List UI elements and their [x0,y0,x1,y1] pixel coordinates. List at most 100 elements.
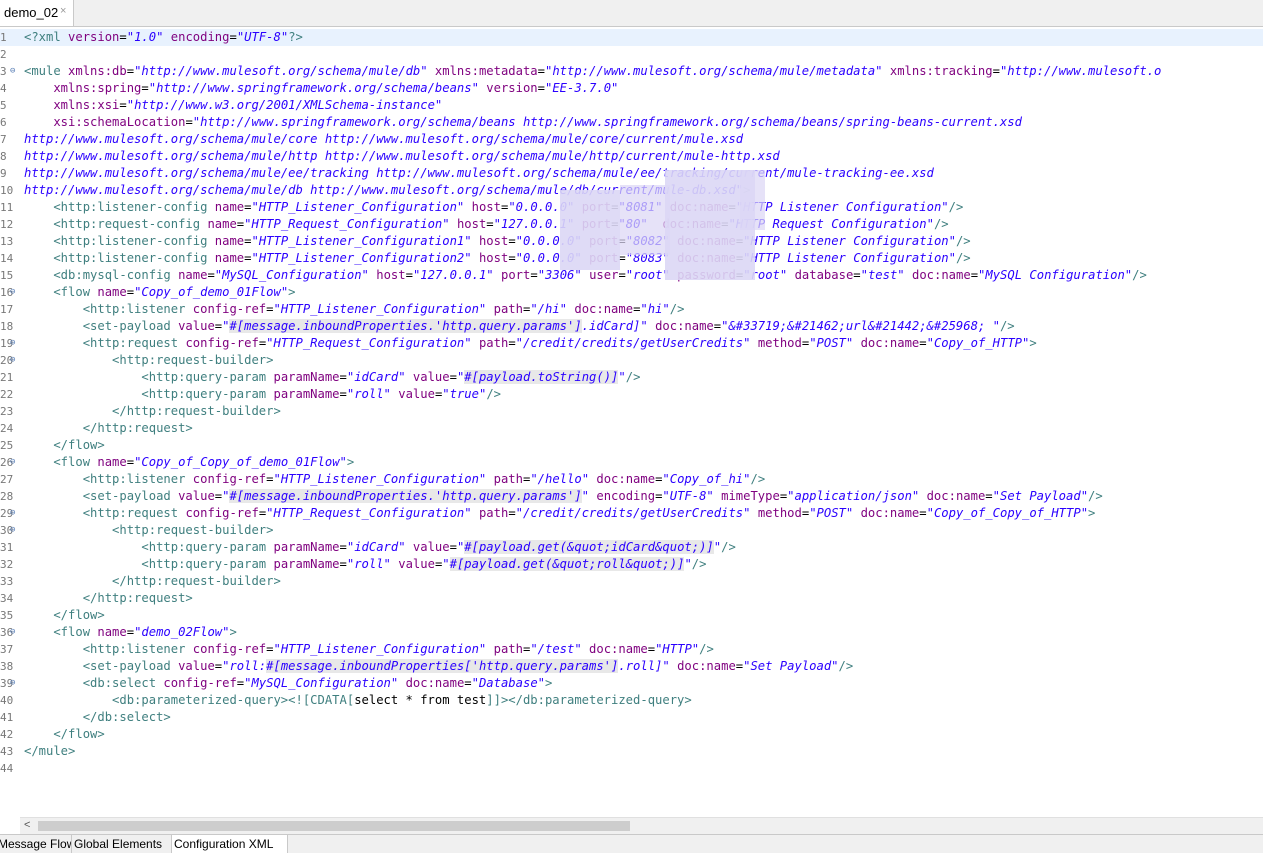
code-line[interactable]: 8 http://www.mulesoft.org/schema/mule/htt… [0,148,1263,165]
code-text: <http:query-param paramName="idCard" val… [24,369,640,386]
code-token: "/hello" [530,472,590,486]
code-token: "hi" [640,302,670,316]
code-line[interactable]: 9 http://www.mulesoft.org/schema/mule/ee/… [0,165,1263,182]
code-token: "Set Payload" [743,659,839,673]
code-line[interactable]: 24 </http:request> [0,420,1263,437]
code-line[interactable]: 18 <set-payload value="#[message.inbound… [0,318,1263,335]
code-line[interactable]: 6 xsi:schemaLocation="http://www.springf… [0,114,1263,131]
line-number: 32 [0,558,14,571]
code-text: http://www.mulesoft.org/schema/mule/core… [24,131,743,148]
code-line[interactable]: 20 ⊖ <http:request-builder> [0,352,1263,369]
code-line[interactable]: 34 </http:request> [0,590,1263,607]
code-token: "idCard" [346,540,406,554]
code-token: "/test" [530,642,582,656]
scrollbar-thumb[interactable] [38,821,630,831]
code-text: <http:query-param paramName="roll" value… [24,386,501,403]
code-token: config-ref [192,472,267,486]
code-line[interactable]: 17 <http:listener config-ref="HTTP_Liste… [0,301,1263,318]
code-line[interactable]: 43 </mule> [0,743,1263,760]
code-token: #[payload.toString()] [464,370,619,384]
fold-toggle-icon[interactable]: ⊖ [10,675,15,692]
code-line[interactable]: 36 ⊖ <flow name="demo_02Flow"> [0,624,1263,641]
code-line[interactable]: 38 <set-payload value="roll:#[message.in… [0,658,1263,675]
fold-toggle-icon[interactable]: ⊖ [10,284,15,301]
line-number: 2 [0,48,7,61]
code-line[interactable]: 19 ⊖ <http:request config-ref="HTTP_Reque… [0,335,1263,352]
code-token: "application/json" [787,489,920,503]
code-text: <?xml version="1.0" encoding="UTF-8"?> [24,29,303,46]
code-token: "1.0" [126,30,164,44]
close-icon[interactable]: × [60,5,66,17]
code-token: /> [1132,268,1147,282]
code-token: <mule [24,64,69,78]
code-token: = [464,676,472,690]
code-line[interactable]: 22 <http:query-param paramName="roll" va… [0,386,1263,403]
fold-toggle-icon[interactable]: ⊖ [10,352,15,369]
code-line[interactable]: 2 [0,46,1263,63]
code-line[interactable]: 1 <?xml version="1.0" encoding="UTF-8"?> [0,29,1263,46]
code-token: <http:request [24,336,186,350]
code-line[interactable]: 44 [0,760,1263,777]
code-token: "Database" [471,676,545,690]
code-line[interactable]: 4 xmlns:spring="http://www.springframewo… [0,80,1263,97]
xml-editor[interactable]: 1 <?xml version="1.0" encoding="UTF-8"?> 2… [0,27,1263,817]
horizontal-scrollbar[interactable]: < [20,817,1263,834]
code-line[interactable]: 16 ⊖ <flow name="Copy_of_demo_01Flow"> [0,284,1263,301]
fold-toggle-icon[interactable]: ⊖ [10,454,15,471]
scroll-left-icon[interactable]: < [24,819,30,831]
code-line[interactable]: 23 </http:request-builder> [0,403,1263,420]
bottom-tab-message-flow[interactable]: Message Flow [0,835,72,853]
fold-toggle-icon[interactable]: ⊖ [10,335,15,352]
code-line[interactable]: 15 <db:mysql-config name="MySQL_Configur… [0,267,1263,284]
bottom-tab-global-elements[interactable]: Global Elements [72,835,172,853]
code-line[interactable]: 25 </flow> [0,437,1263,454]
code-token: <http:listener-config [24,251,215,265]
code-line[interactable]: 29 ⊖ <http:request config-ref="HTTP_Reque… [0,505,1263,522]
line-number: 8 [0,150,7,163]
code-line[interactable]: 26 ⊖ <flow name="Copy_of_Copy_of_demo_01F… [0,454,1263,471]
code-line[interactable]: 30 ⊖ <http:request-builder> [0,522,1263,539]
editor-tab-demo-02[interactable]: demo_02 × [0,0,74,26]
code-text: <http:listener config-ref="HTTP_Listener… [24,301,685,318]
code-token: "UTF-8" [236,30,289,44]
code-line[interactable]: 41 </db:select> [0,709,1263,726]
code-line[interactable]: 7 http://www.mulesoft.org/schema/mule/cor… [0,131,1263,148]
code-token: </flow> [24,608,105,622]
code-line[interactable]: 42 </flow> [0,726,1263,743]
line-number: 28 [0,490,14,503]
line-number: 7 [0,133,7,146]
code-token: doc:name [860,336,920,350]
code-token: <db:select [24,676,164,690]
code-line[interactable]: 28 <set-payload value = "#[message.inbound… [0,488,1263,505]
code-line[interactable]: 3 ⊖ <mule xmlns:db="http://www.mulesoft.or… [0,63,1263,80]
code-token: /> [933,217,949,231]
code-line[interactable]: 32 <http:query-param paramName="roll" va… [0,556,1263,573]
code-token: = [537,64,545,78]
code-token: </http:request-builder> [24,404,281,418]
fold-toggle-icon[interactable]: ⊖ [10,63,15,80]
bottom-tab-configuration-xml[interactable]: Configuration XML [172,835,288,853]
code-token: doc:name [912,268,971,282]
code-line[interactable]: 31 <http:query-param paramName="idCard" … [0,539,1263,556]
code-token: <set-payload [24,319,179,333]
code-line[interactable]: 21 <http:query-param paramName="idCard" … [0,369,1263,386]
code-token: "roll: [222,659,267,673]
fold-toggle-icon[interactable]: ⊖ [10,505,15,522]
code-line[interactable]: 40 <db:parameterized-query><![CDATA[sele… [0,692,1263,709]
code-token: "EE-3.7.0" [545,81,619,95]
code-line[interactable]: 27 <http:listener config-ref="HTTP_Liste… [0,471,1263,488]
code-token: paramName [273,540,340,554]
line-number: 34 [0,592,14,605]
code-line[interactable]: 35 </flow> [0,607,1263,624]
code-line[interactable]: 33 </http:request-builder> [0,573,1263,590]
fold-toggle-icon[interactable]: ⊖ [10,624,15,641]
code-line[interactable]: 37 <http:listener config-ref = "HTTP_Liste… [0,641,1263,658]
code-line[interactable]: 5 xmlns:xsi="http://www.w3.org/2001/XMLS… [0,97,1263,114]
code-line[interactable]: 39 ⊖ <db:select config-ref="MySQL_Configu… [0,675,1263,692]
code-text: <set-payload value="#[message.inboundPro… [24,318,1015,335]
fold-toggle-icon[interactable]: ⊖ [10,522,15,539]
code-token: .roll]" [618,659,670,673]
